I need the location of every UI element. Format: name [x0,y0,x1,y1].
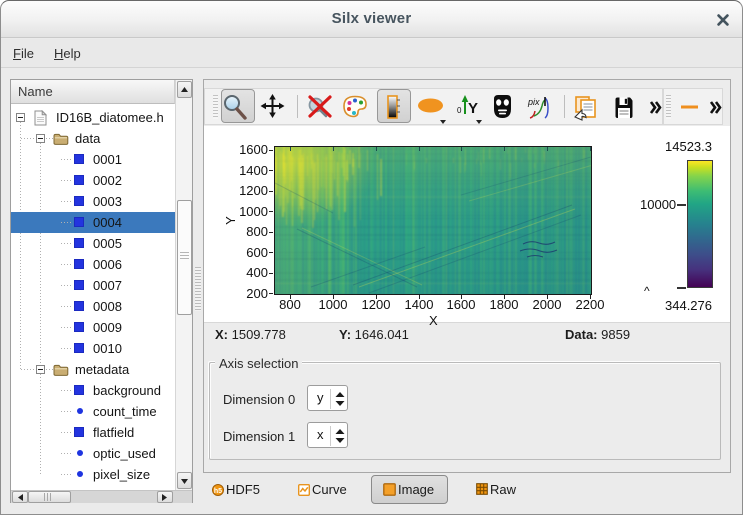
svg-text:Y: Y [468,100,478,117]
svg-text:0: 0 [457,106,462,115]
svg-text:pix: pix [527,97,540,107]
svg-text:h5: h5 [214,488,222,495]
